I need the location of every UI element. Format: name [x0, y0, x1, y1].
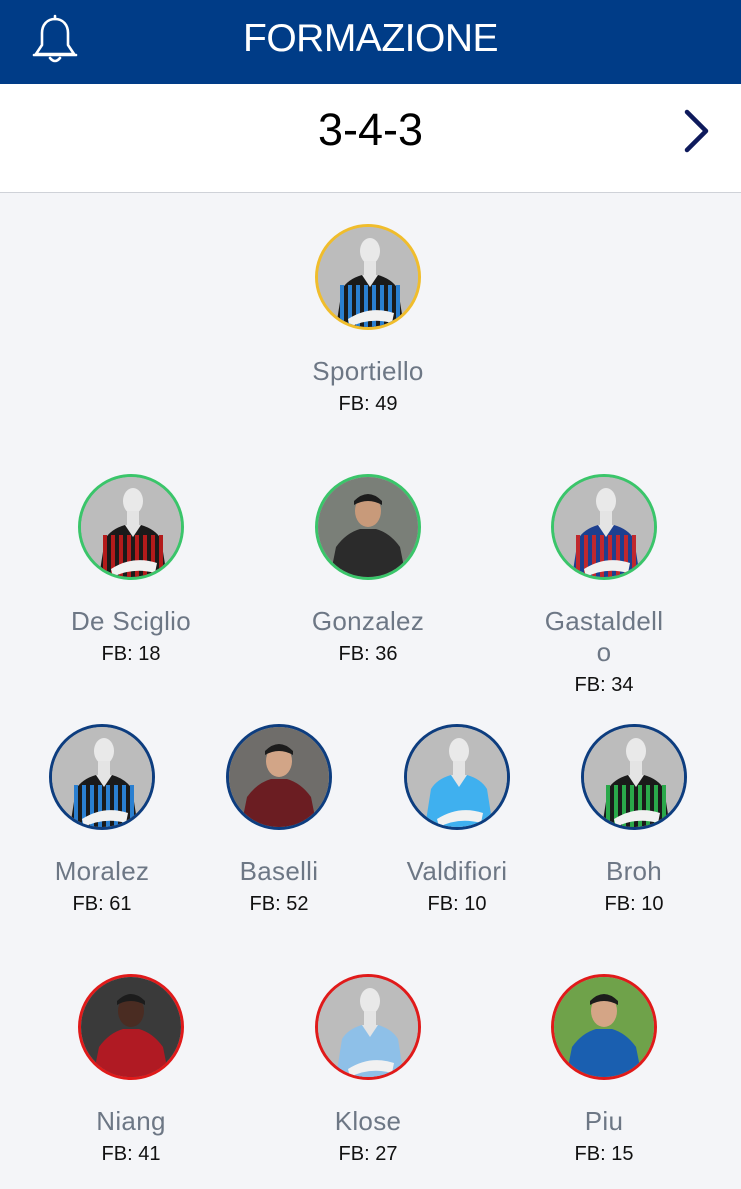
player-avatar: [226, 724, 332, 830]
player-fb-score: FB: 49: [338, 393, 398, 415]
player-name: Baselli: [239, 856, 319, 886]
player-fb-score: FB: 10: [604, 893, 664, 915]
player-card[interactable]: Klose FB: 27: [283, 974, 453, 1166]
player-card[interactable]: Moralez FB: 61: [17, 724, 187, 916]
page-title: FORMAZIONE: [243, 17, 499, 60]
player-name: Broh: [605, 856, 663, 886]
player-name: Gonzalez: [311, 606, 425, 636]
player-name: Gastaldello: [544, 606, 664, 667]
header-bar: FORMAZIONE: [0, 0, 741, 84]
module-bar: 3-4-3: [0, 84, 741, 193]
player-name: Moralez: [54, 856, 150, 886]
player-avatar: [49, 724, 155, 830]
player-name: Klose: [334, 1106, 402, 1136]
player-avatar: [551, 474, 657, 580]
player-fb-score: FB: 27: [338, 1143, 398, 1165]
formation-module: 3-4-3: [317, 104, 424, 155]
player-name: Niang: [96, 1106, 166, 1136]
player-card[interactable]: Sportiello FB: 49: [283, 224, 453, 416]
player-avatar: [315, 224, 421, 330]
player-avatar: [78, 974, 184, 1080]
player-fb-score: FB: 15: [574, 1143, 634, 1165]
player-name: De Sciglio: [70, 606, 192, 636]
player-name: Piu: [584, 1106, 624, 1136]
player-avatar: [78, 474, 184, 580]
player-avatar: [404, 724, 510, 830]
player-card[interactable]: Niang FB: 41: [46, 974, 216, 1166]
player-avatar: [315, 974, 421, 1080]
player-avatar: [551, 974, 657, 1080]
player-fb-score: FB: 34: [574, 674, 634, 696]
player-fb-score: FB: 61: [72, 893, 132, 915]
player-fb-score: FB: 41: [101, 1143, 161, 1165]
chevron-right-icon[interactable]: [676, 108, 716, 154]
player-fb-score: FB: 36: [338, 643, 398, 665]
player-name: Sportiello: [312, 356, 424, 386]
player-name: Valdifiori: [406, 856, 508, 886]
player-fb-score: FB: 10: [427, 893, 487, 915]
player-avatar: [315, 474, 421, 580]
player-fb-score: FB: 18: [101, 643, 161, 665]
player-card[interactable]: Valdifiori FB: 10: [372, 724, 542, 916]
player-card[interactable]: Gonzalez FB: 36: [283, 474, 453, 666]
player-avatar: [581, 724, 687, 830]
player-card[interactable]: Gastaldello FB: 34: [519, 474, 689, 697]
player-fb-score: FB: 52: [249, 893, 309, 915]
player-card[interactable]: De Sciglio FB: 18: [46, 474, 216, 666]
player-card[interactable]: Piu FB: 15: [519, 974, 689, 1166]
player-card[interactable]: Broh FB: 10: [549, 724, 719, 916]
player-card[interactable]: Baselli FB: 52: [194, 724, 364, 916]
